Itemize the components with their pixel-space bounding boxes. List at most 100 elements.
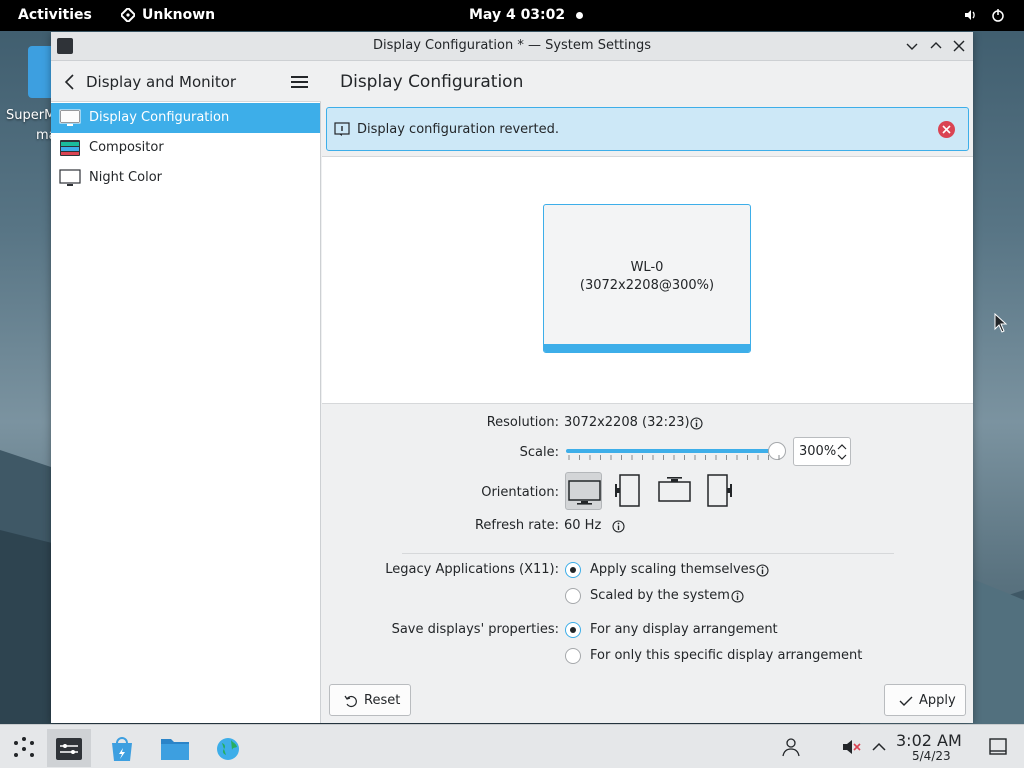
display-arrangement-area: WL-0 (3072x2208@300%) [322, 156, 973, 404]
page-title: Display Configuration [340, 72, 524, 92]
info-icon [334, 122, 350, 136]
top-bar: Activities Unknown May 4 03:02 [0, 0, 1024, 31]
monitor-selected-bar [544, 344, 750, 352]
taskbar-clock-time[interactable]: 3:02 AM [896, 731, 962, 750]
clock-button[interactable]: May 4 03:02 [469, 7, 565, 23]
orientation-flipped-button[interactable] [656, 472, 693, 510]
taskbar: 3:02 AM 5/4/23 [0, 724, 1024, 768]
refresh-rate-value[interactable]: 60 Hz [564, 518, 601, 533]
checkmark-icon [899, 696, 913, 706]
app-launcher-button[interactable] [2, 729, 46, 767]
monitor-landscape-icon [568, 480, 601, 505]
monitor-name: WL-0 [630, 260, 664, 275]
folder-icon [28, 46, 52, 98]
discover-store-icon [112, 737, 132, 761]
apply-button[interactable]: Apply [884, 684, 966, 716]
scale-label: Scale: [519, 445, 559, 460]
taskbar-discover[interactable] [100, 729, 144, 767]
section-divider [402, 553, 894, 554]
legacy-option-label[interactable]: Apply scaling themselves [590, 562, 755, 577]
legacy-scaled-by-system-radio[interactable] [565, 588, 581, 604]
sidebar-title: Display and Monitor [86, 73, 237, 91]
legacy-apply-scaling-radio[interactable] [565, 562, 581, 578]
orientation-landscape-button[interactable] [565, 472, 602, 510]
legacy-apps-label: Legacy Applications (X11): [385, 562, 559, 577]
save-specific-arrangement-radio[interactable] [565, 648, 581, 664]
monitor-resolution: (3072x2208@300%) [579, 278, 715, 293]
power-icon[interactable] [991, 8, 1005, 22]
scale-slider-ticks [568, 455, 780, 460]
volume-icon[interactable] [963, 8, 977, 22]
info-icon[interactable] [731, 590, 744, 603]
maximize-icon[interactable] [927, 37, 945, 55]
system-settings-window: Display Configuration * — System Setting… [51, 32, 973, 723]
info-icon[interactable] [690, 417, 703, 430]
monitor-flipped-icon [658, 477, 691, 502]
orientation-portrait-left-button[interactable] [610, 472, 647, 510]
taskbar-web-browser[interactable] [206, 729, 250, 767]
sidebar-item-label: Night Color [89, 170, 162, 185]
sidebar-item-night-color[interactable]: Night Color [51, 163, 320, 193]
save-option-label[interactable]: For only this specific display arrangeme… [590, 648, 862, 663]
sidebar-header: Display and Monitor [51, 62, 321, 102]
main-content: Display Configuration Display configurat… [322, 62, 973, 723]
desktop-icon-label: SuperM [6, 108, 56, 123]
legacy-option-label[interactable]: Scaled by the system [590, 588, 730, 603]
globe-icon [217, 738, 239, 760]
scale-slider-track[interactable] [566, 449, 778, 453]
scale-value: 300% [799, 444, 837, 459]
night-color-monitor-icon [59, 169, 81, 186]
save-properties-label: Save displays' properties: [391, 622, 559, 637]
banner-message: Display configuration reverted. [357, 122, 559, 137]
info-icon[interactable] [756, 564, 769, 577]
monitor-portrait-right-icon [707, 474, 732, 507]
sidebar: Display and Monitor Display Configuratio… [51, 62, 321, 723]
reset-button[interactable]: Reset [329, 684, 411, 716]
back-arrow-icon[interactable] [63, 73, 77, 91]
sidebar-item-label: Compositor [89, 140, 164, 155]
undo-icon [344, 695, 357, 708]
close-icon[interactable] [950, 37, 968, 55]
orientation-label: Orientation: [481, 485, 559, 500]
save-any-arrangement-radio[interactable] [565, 622, 581, 638]
hamburger-menu-icon[interactable] [291, 75, 308, 89]
compositor-icon [60, 140, 80, 156]
sidebar-item-display-configuration[interactable]: Display Configuration [51, 103, 320, 133]
scale-spinbox[interactable]: 300% [793, 437, 851, 466]
taskbar-file-manager[interactable] [152, 729, 196, 767]
app-menu[interactable]: Unknown [142, 7, 215, 23]
mouse-cursor-icon [994, 313, 1008, 333]
resolution-label: Resolution: [486, 415, 559, 430]
taskbar-system-settings[interactable] [47, 729, 91, 767]
system-settings-icon [56, 738, 82, 760]
sidebar-item-compositor[interactable]: Compositor [51, 133, 320, 163]
save-option-label[interactable]: For any display arrangement [590, 622, 778, 637]
info-banner: Display configuration reverted. [326, 107, 969, 151]
desktop-folder-icon[interactable]: SuperM ma [0, 40, 57, 150]
window-title: Display Configuration * — System Setting… [372, 38, 652, 53]
close-banner-icon[interactable] [938, 121, 955, 138]
resolution-value[interactable]: 3072x2208 (32:23) [564, 415, 690, 430]
folder-icon [161, 739, 189, 760]
monitor-preview[interactable]: WL-0 (3072x2208@300%) [543, 204, 751, 353]
app-launcher-icon [14, 737, 34, 757]
refresh-rate-label: Refresh rate: [474, 518, 559, 533]
spin-arrows-icon[interactable] [836, 441, 848, 463]
minimize-icon[interactable] [903, 37, 921, 55]
user-icon[interactable] [781, 737, 801, 757]
content-header: Display Configuration [322, 62, 973, 102]
show-desktop-icon[interactable] [988, 737, 1008, 757]
monitor-portrait-left-icon [615, 474, 640, 507]
orientation-portrait-right-button[interactable] [700, 472, 737, 510]
app-diamond-icon [121, 8, 135, 22]
taskbar-clock-date[interactable]: 5/4/23 [912, 749, 951, 763]
notification-dot [576, 12, 583, 19]
info-icon[interactable] [612, 520, 625, 533]
volume-muted-icon[interactable] [841, 737, 861, 757]
reset-label: Reset [364, 693, 401, 708]
chevron-up-icon[interactable] [869, 737, 889, 757]
window-titlebar[interactable]: Display Configuration * — System Setting… [51, 32, 973, 61]
activities-button[interactable]: Activities [18, 7, 92, 23]
sidebar-item-label: Display Configuration [89, 110, 230, 125]
monitor-icon [59, 109, 81, 126]
